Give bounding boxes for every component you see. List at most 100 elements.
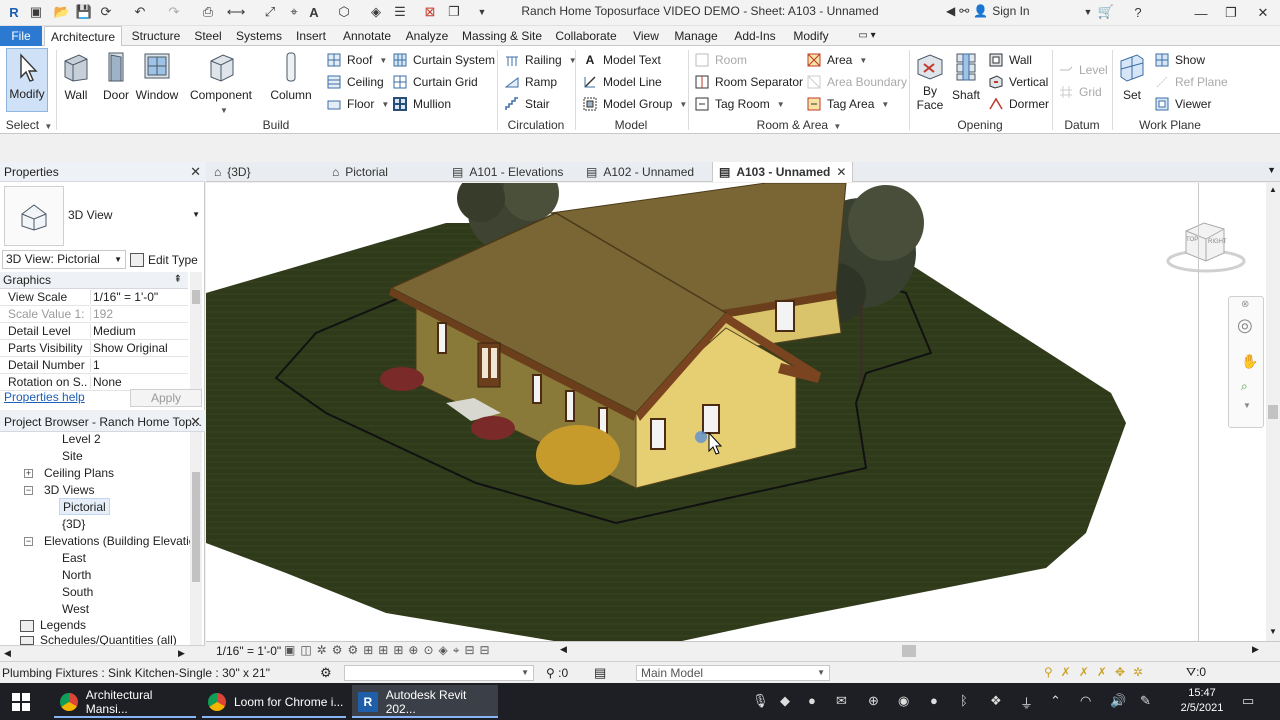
tab-analyze[interactable]: Analyze: [402, 26, 452, 46]
type-selector[interactable]: 3D View ▼: [68, 208, 204, 222]
worksharing-icon[interactable]: ⚙: [320, 665, 332, 681]
close-icon[interactable]: ✕: [836, 162, 846, 182]
taskbar-item-revit[interactable]: R Autodesk Revit 202...: [352, 685, 498, 718]
tree-item-level-2[interactable]: Level 2: [62, 431, 101, 448]
vertical-opening-button[interactable]: Vertical: [988, 72, 1048, 92]
tab-add-ins[interactable]: Add-Ins: [730, 26, 780, 46]
tree-item-site[interactable]: Site: [62, 448, 83, 465]
wall-button[interactable]: Wall: [58, 50, 94, 102]
tray-app-icon[interactable]: ◆: [780, 693, 790, 709]
tab-file[interactable]: File: [0, 26, 42, 46]
tree-item-3d-views[interactable]: 3D Views: [44, 482, 94, 499]
select-panel-label[interactable]: Select ▼: [4, 118, 54, 132]
view-tab-3d[interactable]: ⌂ {3D}: [214, 162, 251, 182]
taskbar-item-chrome-2[interactable]: Loom for Chrome i...: [202, 685, 346, 718]
chevron-left-icon[interactable]: ◀: [946, 4, 955, 18]
tab-collaborate[interactable]: Collaborate: [552, 26, 620, 46]
measure-icon[interactable]: ⟷: [227, 4, 246, 20]
open-icon[interactable]: 📂: [54, 4, 70, 20]
tab-manage[interactable]: Manage: [672, 26, 720, 46]
close-icon[interactable]: ✕: [190, 412, 201, 432]
mullion-button[interactable]: Mullion: [392, 94, 451, 114]
signin-dropdown-icon[interactable]: ▼: [1080, 4, 1096, 20]
wall-opening-button[interactable]: Wall: [988, 50, 1032, 70]
prop-row[interactable]: Detail Level Medium: [0, 323, 188, 340]
tab-massing-site[interactable]: Massing & Site: [460, 26, 544, 46]
modify-button[interactable]: Modify: [6, 48, 48, 112]
model-group-button[interactable]: Model Group ▼: [582, 94, 687, 114]
stair-button[interactable]: Stair: [504, 94, 550, 114]
ribbon-options-icon[interactable]: ▭ ▾: [852, 26, 882, 46]
tree-item-east[interactable]: East: [62, 550, 86, 567]
clock[interactable]: 15:47 2/5/2021: [1172, 686, 1232, 716]
window-button[interactable]: Window: [134, 50, 180, 102]
save-icon[interactable]: 💾: [76, 4, 92, 20]
revit-app-icon[interactable]: R: [6, 4, 22, 20]
ramp-button[interactable]: Ramp: [504, 72, 557, 92]
collapse-icon[interactable]: −: [24, 537, 33, 546]
roof-button[interactable]: Roof ▼: [326, 50, 387, 70]
browser-hscroll[interactable]: ◀ ▶: [0, 645, 205, 660]
properties-scrollbar[interactable]: [190, 272, 202, 390]
microphone-icon[interactable]: 🎙: [752, 693, 769, 709]
home-icon[interactable]: ▣: [28, 4, 44, 20]
tab-overflow-icon[interactable]: ▼: [1267, 165, 1276, 175]
view-tab-a102[interactable]: ▤ A102 - Unnamed: [586, 162, 694, 182]
view-tab-a103[interactable]: ▤ A103 - Unnamed ✕: [712, 162, 854, 182]
selection-filter-icons[interactable]: ⚲✗✗✗✥✲: [1044, 665, 1151, 679]
pen-icon[interactable]: ✎: [1140, 693, 1151, 709]
scroll-right-icon[interactable]: ▶: [1252, 644, 1259, 655]
show-workplane-button[interactable]: Show: [1154, 50, 1205, 70]
tab-annotate[interactable]: Annotate: [338, 26, 396, 46]
model-text-button[interactable]: A Model Text: [582, 50, 661, 70]
wifi-icon[interactable]: ◠: [1080, 693, 1091, 709]
tab-insert[interactable]: Insert: [292, 26, 330, 46]
area-button[interactable]: Area ▼: [806, 50, 867, 70]
expand-icon[interactable]: +: [24, 469, 33, 478]
ceiling-button[interactable]: Ceiling: [326, 72, 384, 92]
graphics-group-header[interactable]: Graphics ⇞: [0, 272, 188, 289]
restore-icon[interactable]: ❐: [1216, 0, 1246, 26]
model-line-button[interactable]: Model Line: [582, 72, 662, 92]
user-icon[interactable]: 👤: [973, 4, 988, 18]
thin-lines-icon[interactable]: ☰: [392, 4, 408, 20]
level-button[interactable]: Level: [1058, 60, 1108, 80]
bluetooth-icon[interactable]: ᛒ: [960, 693, 968, 708]
chevron-up-icon[interactable]: ⌃: [1050, 693, 1061, 709]
dropbox-icon[interactable]: ❖: [990, 693, 1002, 709]
undo-icon[interactable]: ↶: [132, 4, 148, 20]
apply-button[interactable]: Apply: [130, 389, 202, 407]
redo-icon[interactable]: ↷: [166, 4, 182, 20]
ref-plane-button[interactable]: Ref Plane: [1154, 72, 1228, 92]
sync-icon[interactable]: ⟳: [98, 4, 114, 20]
aligned-dimension-icon[interactable]: ⤢: [262, 4, 278, 20]
tab-view[interactable]: View: [628, 26, 664, 46]
railing-button[interactable]: Railing ▼: [504, 50, 577, 70]
tab-systems[interactable]: Systems: [234, 26, 284, 46]
volume-icon[interactable]: 🔊: [1110, 693, 1126, 709]
canvas-hscroll-thumb[interactable]: [902, 645, 916, 657]
close-icon[interactable]: ✕: [190, 162, 201, 182]
steering-wheel-icon[interactable]: ◎: [1237, 315, 1253, 336]
filter-icon[interactable]: ⛛:0: [1186, 665, 1206, 680]
edit-type-button[interactable]: Edit Type: [130, 250, 204, 269]
tree-item-3d[interactable]: {3D}: [62, 516, 85, 533]
cart-icon[interactable]: 🛒: [1098, 4, 1114, 20]
tab-steel[interactable]: Steel: [190, 26, 226, 46]
set-button[interactable]: Set: [1114, 50, 1150, 102]
column-button[interactable]: Column: [268, 50, 314, 102]
3d-view-icon[interactable]: ⬡: [336, 4, 352, 20]
sign-in-link[interactable]: Sign In: [992, 4, 1029, 18]
tray-record-icon[interactable]: ●: [930, 693, 938, 708]
mail-icon[interactable]: ✉: [836, 693, 847, 709]
tag-icon[interactable]: ⌖: [286, 4, 302, 20]
chrome-tray-icon[interactable]: ●: [808, 693, 816, 708]
scroll-left-icon[interactable]: ◀: [560, 644, 567, 655]
design-option-dropdown[interactable]: Main Model ▼: [636, 665, 830, 681]
usb-icon[interactable]: ⏚: [1020, 693, 1033, 712]
viewer-button[interactable]: Viewer: [1154, 94, 1211, 114]
minimize-icon[interactable]: —: [1186, 0, 1216, 26]
grid-button[interactable]: Grid: [1058, 82, 1102, 102]
tree-item-pictorial[interactable]: Pictorial: [59, 498, 110, 515]
room-area-panel-label[interactable]: Room & Area ▼: [690, 118, 908, 132]
